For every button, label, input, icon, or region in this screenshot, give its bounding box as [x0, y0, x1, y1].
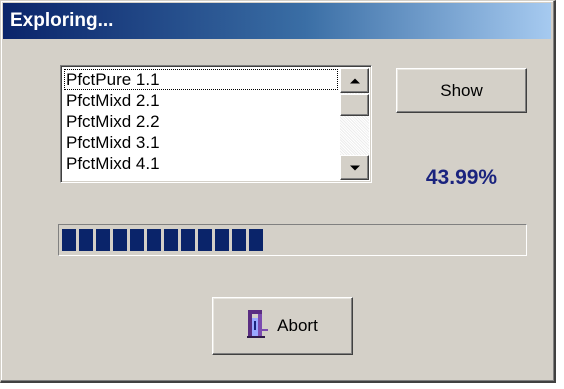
- progress-block: [113, 229, 127, 251]
- abort-button[interactable]: Abort: [212, 297, 353, 355]
- scroll-up-button[interactable]: [340, 68, 369, 93]
- list-item[interactable]: PfctMixd 4.1: [64, 153, 338, 174]
- abort-button-label: Abort: [277, 316, 318, 335]
- progress-block: [215, 229, 229, 251]
- up-arrow-icon: [349, 78, 360, 83]
- progress-block: [181, 229, 195, 251]
- progress-block: [79, 229, 93, 251]
- scroll-thumb[interactable]: [340, 94, 369, 116]
- show-button-label: Show: [440, 80, 483, 100]
- progress-fill: [62, 229, 263, 251]
- window-title: Exploring...: [3, 3, 551, 39]
- list-item[interactable]: PfctMixd 3.1: [64, 132, 338, 153]
- down-arrow-icon: [349, 165, 360, 170]
- progress-block: [96, 229, 110, 251]
- list-items: PfctPure 1.1 PfctMixd 2.1 PfctMixd 2.2 P…: [64, 69, 338, 180]
- list-item[interactable]: PfctPure 1.1: [64, 69, 338, 90]
- list-item[interactable]: PfctMixd 2.1: [64, 90, 338, 111]
- list-scrollbar[interactable]: [340, 68, 369, 180]
- progress-block: [164, 229, 178, 251]
- progress-block: [130, 229, 144, 251]
- list-item[interactable]: PfctMixd 2.2: [64, 111, 338, 132]
- progress-block: [249, 229, 263, 251]
- show-button[interactable]: Show: [396, 68, 527, 113]
- progress-block: [62, 229, 76, 251]
- progress-percent-text: 43.99%: [425, 166, 498, 189]
- progress-block: [232, 229, 246, 251]
- progress-block: [198, 229, 212, 251]
- door-exit-icon: [247, 309, 269, 344]
- scroll-down-button[interactable]: [340, 155, 369, 180]
- progress-block: [147, 229, 161, 251]
- progress-bar: [58, 224, 527, 256]
- item-listbox[interactable]: PfctPure 1.1 PfctMixd 2.1 PfctMixd 2.2 P…: [60, 65, 372, 183]
- exploring-dialog: Exploring... PfctPure 1.1 PfctMixd 2.1 P…: [0, 0, 556, 383]
